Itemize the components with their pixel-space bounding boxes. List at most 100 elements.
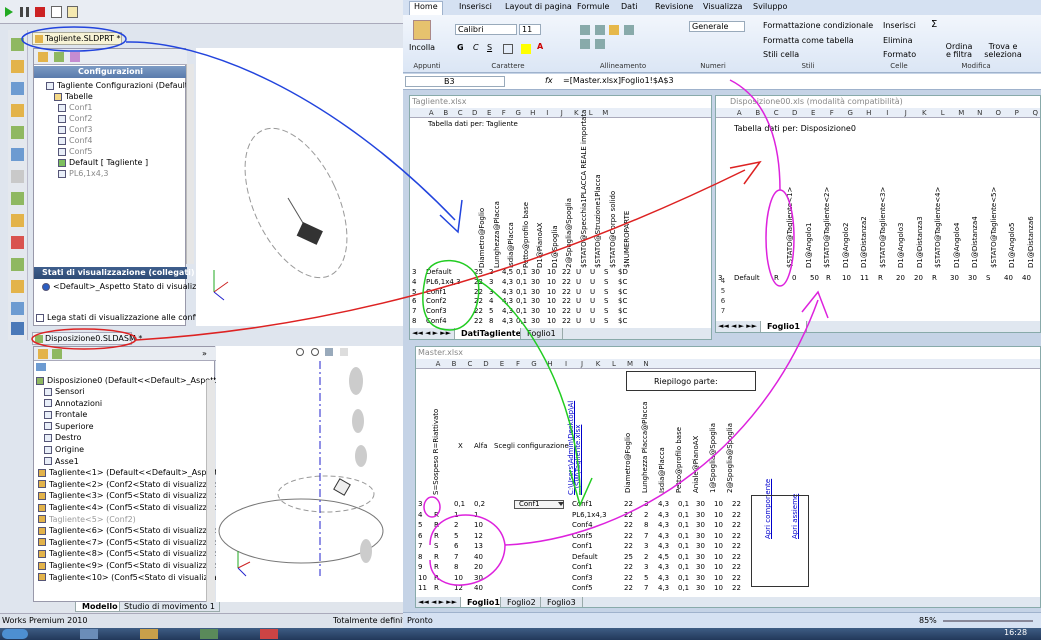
taskbar-app-icon[interactable] <box>80 629 98 639</box>
table-cell[interactable]: 4,3 <box>658 521 669 530</box>
feature-tab-icon[interactable] <box>38 52 48 62</box>
table-cell[interactable]: $C <box>618 288 627 297</box>
table-cell[interactable]: Conf1 <box>572 500 593 509</box>
table-cell[interactable]: $C <box>618 307 627 316</box>
fx-icon[interactable]: fx <box>545 76 553 85</box>
column-header[interactable]: E <box>482 109 497 117</box>
align-top-icon[interactable] <box>580 25 590 35</box>
table-cell[interactable]: R <box>434 584 439 593</box>
assembly-tree-item[interactable]: Tagliente<3> (Conf5<Stato di visualizzaz… <box>38 490 228 501</box>
tool-icon[interactable] <box>11 280 24 293</box>
table-cell[interactable]: 4,3 <box>658 500 669 509</box>
table-cell[interactable]: 10 <box>547 297 556 306</box>
table-cell[interactable]: 4,5 <box>658 553 669 562</box>
table-cell[interactable]: 0,1 <box>516 317 527 326</box>
table-cell[interactable]: PL6,1x4,3 <box>426 278 461 287</box>
column-header[interactable]: N <box>638 360 654 368</box>
column-header[interactable]: E <box>804 109 823 117</box>
font-size-select[interactable]: 11 <box>519 24 541 35</box>
table-cell[interactable]: 10 <box>714 553 723 562</box>
table-cell[interactable]: 10 <box>714 563 723 572</box>
table-cell[interactable]: 22 <box>562 288 571 297</box>
table-cell[interactable]: 5 <box>454 532 458 541</box>
table-cell[interactable]: Default <box>734 274 760 283</box>
config-tab-icon[interactable] <box>52 349 62 359</box>
table-cell[interactable]: 30 <box>696 511 705 520</box>
table-cell[interactable]: Conf2 <box>426 297 447 306</box>
table-cell[interactable]: 0,1 <box>516 268 527 277</box>
table-cell[interactable]: 22 <box>732 542 741 551</box>
table-cell[interactable]: $D <box>618 268 628 277</box>
table-cell[interactable]: 30 <box>696 500 705 509</box>
assembly-tree-item[interactable]: Tagliente<9> (Conf5<Stato di visualizzaz… <box>38 560 228 571</box>
tool-icon[interactable] <box>11 60 24 73</box>
table-cell[interactable]: 10 <box>547 317 556 326</box>
table-cell[interactable]: U <box>576 288 581 297</box>
table-cell[interactable]: 0 <box>792 274 796 283</box>
table-cell[interactable]: 4,3 <box>502 278 513 287</box>
tab-motion-study[interactable]: Studio di movimento 1 <box>119 602 220 612</box>
table-cell[interactable]: 30 <box>531 268 540 277</box>
table-cell[interactable]: 4,3 <box>658 532 669 541</box>
assembly-tree-item[interactable]: Origine <box>44 444 84 455</box>
zoom-slider[interactable] <box>943 620 1033 622</box>
table-cell[interactable]: 30 <box>696 563 705 572</box>
tool-icon[interactable] <box>11 322 24 335</box>
table-cell[interactable]: 22 <box>624 500 633 509</box>
assembly-tree-item[interactable]: Sensori <box>44 386 85 397</box>
table-cell[interactable]: 8 <box>644 521 648 530</box>
sheet-tab-foglio1[interactable]: Foglio1 <box>760 321 807 332</box>
table-cell[interactable]: 10 <box>547 268 556 277</box>
table-cell[interactable]: 10 <box>547 288 556 297</box>
tool-icon[interactable] <box>11 126 24 139</box>
column-header[interactable]: C <box>462 360 478 368</box>
table-cell[interactable]: U <box>590 268 595 277</box>
taskbar-app-icon[interactable] <box>140 629 158 639</box>
table-cell[interactable]: 7 <box>454 553 458 562</box>
table-cell[interactable]: 22 <box>732 553 741 562</box>
table-cell[interactable]: 3 <box>489 288 493 297</box>
ribbon-tab[interactable]: Formule <box>573 2 613 11</box>
table-cell[interactable]: S <box>604 278 608 287</box>
table-cell[interactable]: $C <box>618 317 627 326</box>
part-graphics-area[interactable] <box>196 48 403 326</box>
table-cell[interactable]: 4,5 <box>502 268 513 277</box>
table-cell[interactable]: 10 <box>547 278 556 287</box>
table-cell[interactable]: 22 <box>624 532 633 541</box>
config-item[interactable]: Conf4 <box>58 135 92 146</box>
underline-button[interactable]: S <box>487 43 492 52</box>
ribbon-tab[interactable]: Layout di pagina <box>501 2 576 11</box>
column-header[interactable]: D <box>786 109 805 117</box>
filter-icon[interactable] <box>36 363 46 371</box>
table-cell[interactable]: 2 <box>644 511 648 520</box>
assembly-tree-item[interactable]: Tagliente<5> (Conf2) <box>38 514 136 525</box>
table-cell[interactable]: 22 <box>732 584 741 593</box>
property-tab-icon[interactable] <box>54 52 64 62</box>
column-header[interactable]: N <box>971 109 990 117</box>
table-cell[interactable]: U <box>590 317 595 326</box>
ribbon-tab[interactable]: Sviluppo <box>749 2 791 11</box>
tool-icon[interactable] <box>11 170 24 183</box>
assembly-tree-item[interactable]: Tagliente<8> (Conf5<Stato di visualizzaz… <box>38 548 228 559</box>
table-cell[interactable]: 22 <box>624 542 633 551</box>
table-cell[interactable]: 30 <box>531 317 540 326</box>
table-cell[interactable]: 4,3 <box>658 574 669 583</box>
table-cell[interactable]: Conf5 <box>572 584 593 593</box>
table-cell[interactable]: 22 <box>732 574 741 583</box>
fill-color-icon[interactable] <box>521 44 531 54</box>
play-icon[interactable] <box>5 7 13 17</box>
column-header[interactable]: H <box>860 109 879 117</box>
column-header[interactable]: G <box>511 109 526 117</box>
column-header[interactable]: G <box>841 109 860 117</box>
table-cell[interactable]: 2 <box>644 553 648 562</box>
table-cell[interactable]: 4 <box>489 297 493 306</box>
table-cell[interactable]: 10 <box>714 574 723 583</box>
table-cell[interactable]: 10 <box>714 532 723 541</box>
table-cell[interactable]: 0,1 <box>678 574 689 583</box>
table-cell[interactable]: 30 <box>696 584 705 593</box>
assembly-panel-scrollbar[interactable] <box>206 380 215 602</box>
table-cell[interactable]: 12 <box>474 532 483 541</box>
table-cell[interactable]: 22 <box>624 511 633 520</box>
table-cell[interactable]: 0,1 <box>516 288 527 297</box>
table-cell[interactable]: R <box>434 553 439 562</box>
